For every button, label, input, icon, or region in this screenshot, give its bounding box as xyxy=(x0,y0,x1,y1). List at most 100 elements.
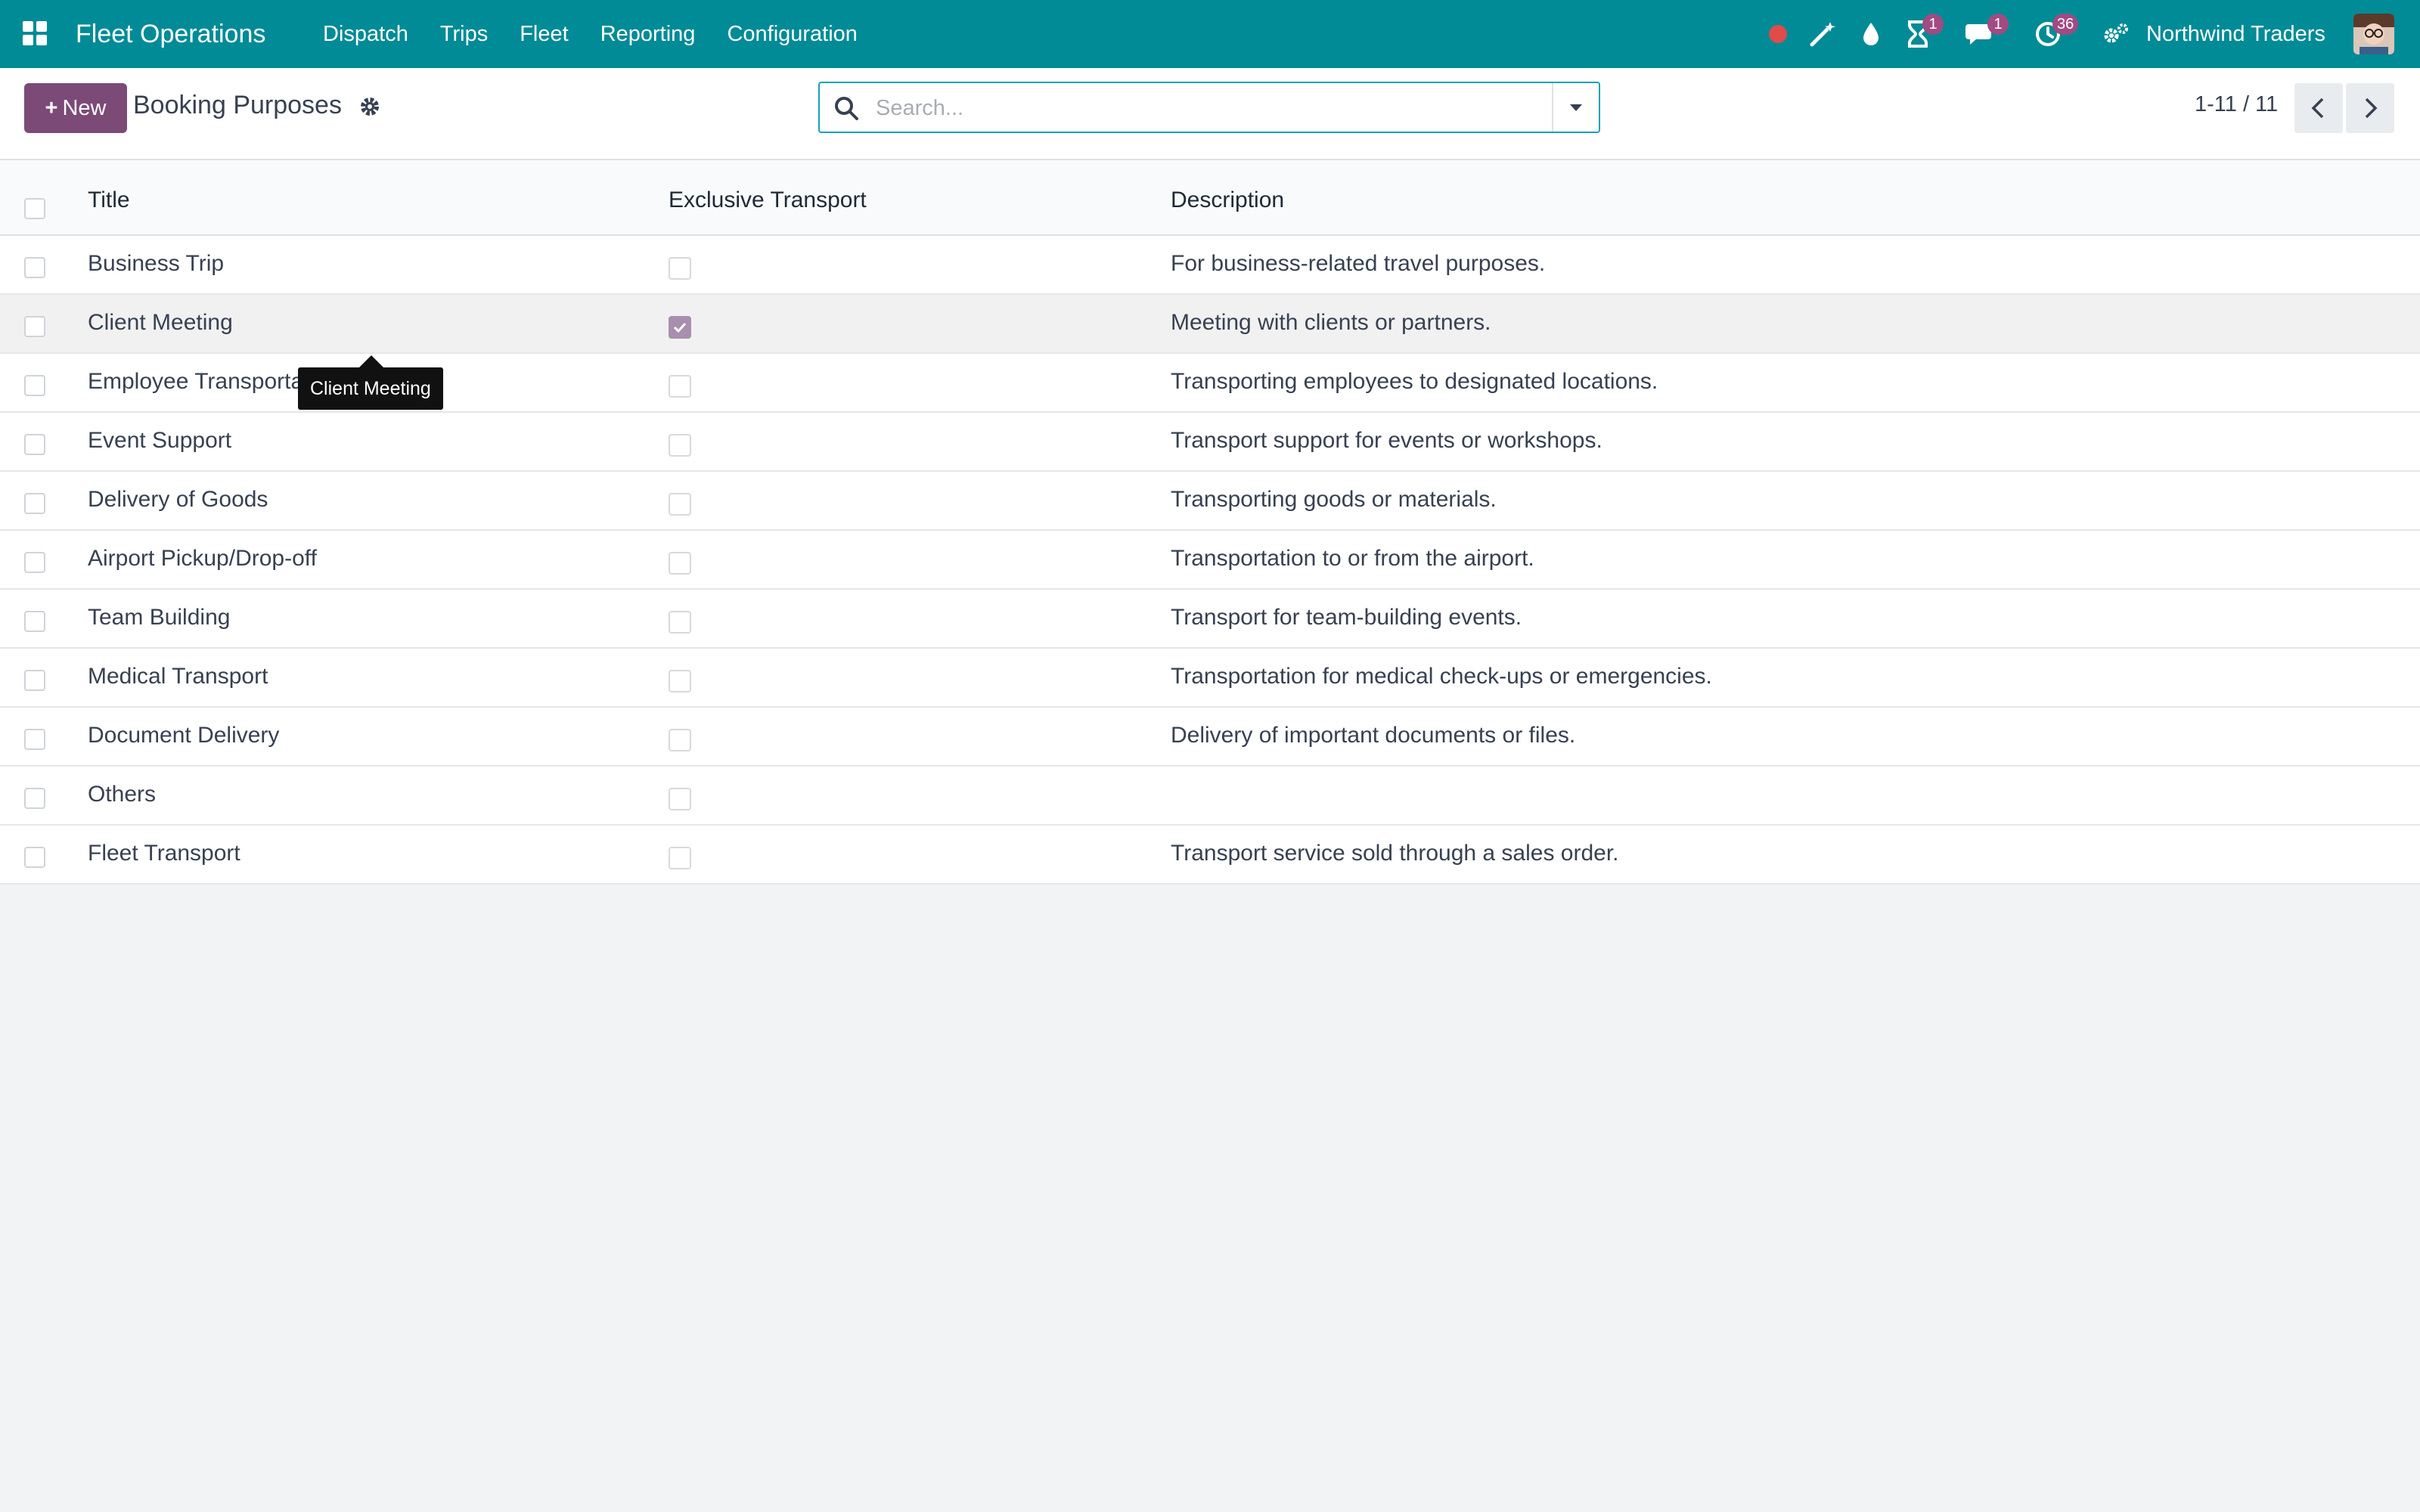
row-checkbox[interactable] xyxy=(24,611,45,632)
list-header: Title Exclusive Transport Description xyxy=(0,160,2420,236)
row-description: Transport support for events or workshop… xyxy=(1171,428,1602,453)
tooltip: Client Meeting xyxy=(298,367,443,410)
row-checkbox[interactable] xyxy=(24,316,45,337)
row-title: Airport Pickup/Drop-off xyxy=(88,546,317,571)
column-header-description[interactable]: Description xyxy=(1171,187,1284,213)
table-row[interactable]: Medical Transport Transportation for med… xyxy=(0,649,2420,708)
search-bar xyxy=(818,82,1600,133)
exclusive-transport-checkbox[interactable] xyxy=(669,493,691,516)
exclusive-transport-checkbox[interactable] xyxy=(669,729,691,751)
row-title: Event Support xyxy=(88,428,232,453)
row-title: Delivery of Goods xyxy=(88,487,268,512)
list-view: Title Exclusive Transport Description Bu… xyxy=(0,160,2420,885)
tooltip-arrow xyxy=(359,355,383,367)
user-avatar[interactable] xyxy=(2353,14,2394,54)
company-switcher[interactable]: Northwind Traders xyxy=(2146,0,2325,68)
exclusive-transport-checkbox[interactable] xyxy=(669,847,691,869)
row-title: Client Meeting xyxy=(88,310,233,335)
theme-button[interactable] xyxy=(1857,0,1885,68)
row-description: Transport service sold through a sales o… xyxy=(1171,841,1619,866)
row-description: For business-related travel purposes. xyxy=(1171,251,1546,276)
exclusive-transport-checkbox[interactable] xyxy=(669,670,691,692)
search-icon xyxy=(835,97,858,120)
exclusive-transport-checkbox[interactable] xyxy=(669,788,691,810)
row-checkbox[interactable] xyxy=(24,493,45,514)
table-row[interactable]: Others xyxy=(0,767,2420,826)
row-description: Meeting with clients or partners. xyxy=(1171,310,1491,335)
gear-icon[interactable] xyxy=(358,95,381,118)
avatar-icon xyxy=(2353,14,2394,54)
row-description: Transportation to or from the airport. xyxy=(1171,546,1534,571)
row-checkbox[interactable] xyxy=(24,552,45,573)
main-menu: Dispatch Trips Fleet Reporting Configura… xyxy=(307,0,873,68)
clock-badge: 36 xyxy=(2052,14,2079,35)
row-checkbox[interactable] xyxy=(24,729,45,750)
messages-badge: 1 xyxy=(1987,14,2009,35)
settings-button[interactable] xyxy=(2101,0,2131,68)
menu-configuration[interactable]: Configuration xyxy=(711,0,873,68)
row-checkbox[interactable] xyxy=(24,434,45,455)
table-row[interactable]: Business Trip For business-related trave… xyxy=(0,236,2420,295)
table-row[interactable]: Fleet Transport Transport service sold t… xyxy=(0,826,2420,885)
gears-icon xyxy=(2104,23,2128,43)
exclusive-transport-checkbox[interactable] xyxy=(669,316,691,339)
exclusive-transport-checkbox[interactable] xyxy=(669,375,691,398)
droplet-icon xyxy=(1863,23,1879,45)
select-all-checkbox[interactable] xyxy=(24,198,45,219)
row-title: Business Trip xyxy=(88,251,225,276)
search-input[interactable] xyxy=(874,91,1573,125)
activity-badge: 1 xyxy=(1922,14,1944,35)
plus-icon: + xyxy=(45,96,58,120)
table-row[interactable]: Event Support Transport support for even… xyxy=(0,413,2420,472)
record-dot-icon xyxy=(1769,25,1787,43)
chevron-right-icon xyxy=(2365,98,2378,119)
row-checkbox[interactable] xyxy=(24,375,45,396)
column-header-title[interactable]: Title xyxy=(88,187,130,213)
row-description: Transport for team-building events. xyxy=(1171,605,1522,630)
table-row[interactable]: Airport Pickup/Drop-off Transportation t… xyxy=(0,531,2420,590)
pager-value[interactable]: 1-11 / 11 xyxy=(2195,92,2278,117)
search-options-toggle[interactable] xyxy=(1552,83,1599,132)
row-checkbox[interactable] xyxy=(24,670,45,691)
row-checkbox[interactable] xyxy=(24,847,45,868)
table-row[interactable]: Delivery of Goods Transporting goods or … xyxy=(0,472,2420,531)
row-checkbox[interactable] xyxy=(24,788,45,809)
app-brand[interactable]: Fleet Operations xyxy=(76,0,265,68)
menu-trips[interactable]: Trips xyxy=(424,0,504,68)
exclusive-transport-checkbox[interactable] xyxy=(669,434,691,457)
menu-reporting[interactable]: Reporting xyxy=(585,0,712,68)
exclusive-transport-checkbox[interactable] xyxy=(669,257,691,280)
table-row[interactable]: Team Building Transport for team-buildin… xyxy=(0,590,2420,649)
page-title[interactable]: Booking Purposes xyxy=(133,91,342,120)
row-description: Transporting goods or materials. xyxy=(1171,487,1497,512)
apps-menu-icon[interactable] xyxy=(21,20,48,47)
activity-button[interactable]: 1 xyxy=(1903,0,1944,68)
row-description: Delivery of important documents or files… xyxy=(1171,723,1576,748)
row-title: Team Building xyxy=(88,605,231,630)
new-button[interactable]: + New xyxy=(24,83,127,133)
messages-button[interactable]: 1 xyxy=(1963,0,2009,68)
record-indicator[interactable] xyxy=(1767,0,1789,68)
top-navbar: Fleet Operations Dispatch Trips Fleet Re… xyxy=(0,0,2420,68)
exclusive-transport-checkbox[interactable] xyxy=(669,611,691,634)
magic-wand-button[interactable] xyxy=(1807,0,1838,68)
row-description: Transporting employees to designated loc… xyxy=(1171,369,1658,394)
pager-next-button[interactable] xyxy=(2346,83,2394,133)
new-button-label: New xyxy=(62,96,107,120)
checkmark-icon xyxy=(673,322,687,333)
clock-button[interactable]: 36 xyxy=(2031,0,2079,68)
row-title: Others xyxy=(88,782,157,807)
column-header-exclusive-transport[interactable]: Exclusive Transport xyxy=(669,187,867,213)
row-title: Fleet Transport xyxy=(88,841,240,866)
menu-dispatch[interactable]: Dispatch xyxy=(307,0,424,68)
row-checkbox[interactable] xyxy=(24,257,45,278)
row-title: Medical Transport xyxy=(88,664,268,689)
exclusive-transport-checkbox[interactable] xyxy=(669,552,691,575)
table-row[interactable]: Client Meeting Meeting with clients or p… xyxy=(0,295,2420,354)
menu-fleet[interactable]: Fleet xyxy=(504,0,584,68)
table-row[interactable]: Document Delivery Delivery of important … xyxy=(0,708,2420,767)
control-panel: +New Booking Purposes 1-11 / 11 xyxy=(0,68,2420,160)
row-description: Transportation for medical check-ups or … xyxy=(1171,664,1712,689)
chevron-left-icon xyxy=(2311,98,2324,119)
pager-previous-button[interactable] xyxy=(2294,83,2343,133)
